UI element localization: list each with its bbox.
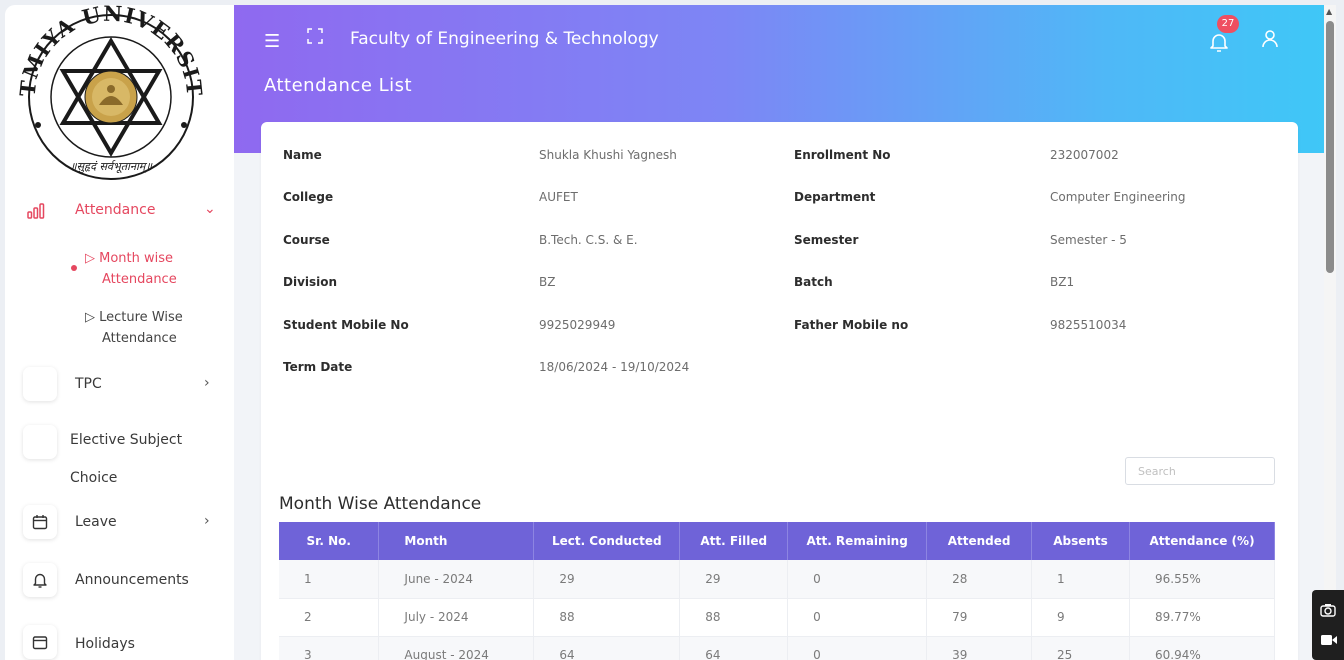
division-value: BZ bbox=[539, 275, 556, 289]
term-value: 18/06/2024 - 19/10/2024 bbox=[539, 360, 690, 374]
table-cell: 89.77% bbox=[1129, 598, 1275, 637]
attendance-table: Sr. No. Month Lect. Conducted Att. Fille… bbox=[279, 522, 1275, 660]
table-row: 2 July - 2024 88 88 0 79 9 89.77% bbox=[279, 598, 1275, 637]
app-frame: ATMIYA UNIVERSITY ॥सुहृदं सर्वभूतानाम्॥ … bbox=[5, 5, 1324, 660]
chevron-down-icon: ⌄ bbox=[204, 201, 216, 217]
table-row: 3 August - 2024 64 64 0 39 25 60.94% bbox=[279, 636, 1275, 660]
menu-icon[interactable]: ☰ bbox=[264, 31, 280, 52]
table-cell: 0 bbox=[787, 598, 928, 637]
sidebar-item-tpc[interactable]: TPC › bbox=[5, 367, 234, 403]
sidebar-item-leave[interactable]: Leave › bbox=[5, 505, 234, 541]
table-cell: 88 bbox=[533, 598, 681, 637]
sidebar-subitem-month-wise[interactable]: ▷ Month wise Attendance bbox=[85, 248, 177, 290]
sidebar-item-label: Attendance bbox=[75, 202, 156, 218]
sidebar-item-elective[interactable]: Elective Subject Choice bbox=[5, 423, 234, 486]
father-mobile-label: Father Mobile no bbox=[794, 318, 909, 332]
college-value: AUFET bbox=[539, 190, 578, 204]
table-cell: 28 bbox=[926, 560, 1033, 599]
table-cell: 2 bbox=[279, 598, 380, 637]
sidebar-subitem-lecture-wise[interactable]: ▷ Lecture Wise Attendance bbox=[85, 307, 183, 349]
table-cell: 0 bbox=[787, 636, 928, 660]
table-cell: 96.55% bbox=[1129, 560, 1275, 599]
college-label: College bbox=[283, 190, 334, 204]
table-title: Month Wise Attendance bbox=[279, 494, 482, 514]
table-cell: 88 bbox=[679, 598, 789, 637]
father-mobile-value: 9825510034 bbox=[1050, 318, 1127, 332]
page-scrollbar[interactable]: ▲ bbox=[1324, 5, 1336, 660]
table-cell: 1 bbox=[279, 560, 380, 599]
camera-icon[interactable] bbox=[1320, 602, 1336, 621]
table-cell: 64 bbox=[679, 636, 789, 660]
course-label: Course bbox=[283, 233, 330, 247]
column-header[interactable]: Absents bbox=[1031, 522, 1130, 560]
course-value: B.Tech. C.S. & E. bbox=[539, 233, 638, 247]
student-mobile-value: 9925029949 bbox=[539, 318, 616, 332]
calendar-icon bbox=[23, 505, 57, 539]
chevron-right-icon: › bbox=[204, 375, 210, 391]
tpc-icon bbox=[23, 367, 57, 401]
table-cell: 29 bbox=[533, 560, 681, 599]
holiday-calendar-icon bbox=[23, 625, 57, 659]
video-icon[interactable] bbox=[1320, 632, 1338, 651]
department-label: Department bbox=[794, 190, 876, 204]
column-header[interactable]: Sr. No. bbox=[279, 522, 380, 560]
semester-value: Semester - 5 bbox=[1050, 233, 1127, 247]
column-header[interactable]: Att. Filled bbox=[679, 522, 789, 560]
table-row: 1 June - 2024 29 29 0 28 1 96.55% bbox=[279, 560, 1275, 599]
scroll-thumb[interactable] bbox=[1326, 21, 1334, 273]
department-value: Computer Engineering bbox=[1050, 190, 1186, 204]
table-cell: June - 2024 bbox=[378, 560, 535, 599]
student-card: Name Shukla Khushi Yagnesh Enrollment No… bbox=[261, 122, 1298, 660]
sidebar: ATMIYA UNIVERSITY ॥सुहृदं सर्वभूतानाम्॥ … bbox=[5, 5, 234, 660]
table-cell: August - 2024 bbox=[378, 636, 535, 660]
student-mobile-label: Student Mobile No bbox=[283, 318, 409, 332]
notification-bell-icon[interactable] bbox=[1208, 31, 1230, 53]
table-cell: 3 bbox=[279, 636, 380, 660]
bell-icon bbox=[23, 563, 57, 597]
name-label: Name bbox=[283, 148, 322, 162]
column-header[interactable]: Attendance (%) bbox=[1129, 522, 1275, 560]
batch-label: Batch bbox=[794, 275, 833, 289]
notification-badge: 27 bbox=[1217, 15, 1239, 33]
sidebar-item-holidays[interactable]: Holidays bbox=[5, 625, 234, 660]
sidebar-item-attendance[interactable]: Attendance ⌄ bbox=[5, 195, 234, 229]
logo-motto: ॥सुहृदं सर्वभूतानाम्॥ bbox=[70, 160, 153, 174]
university-logo[interactable]: ATMIYA UNIVERSITY ॥सुहृदं सर्वभूतानाम्॥ bbox=[13, 5, 207, 183]
table-cell: 0 bbox=[787, 560, 928, 599]
scroll-up-arrow-icon[interactable]: ▲ bbox=[1326, 7, 1332, 16]
column-header[interactable]: Att. Remaining bbox=[787, 522, 928, 560]
table-cell: 1 bbox=[1031, 560, 1130, 599]
user-icon[interactable] bbox=[1261, 29, 1279, 49]
active-dot bbox=[71, 265, 77, 271]
bar-chart-icon bbox=[27, 203, 45, 223]
fullscreen-icon[interactable] bbox=[307, 28, 323, 48]
enrollment-label: Enrollment No bbox=[794, 148, 891, 162]
page-title: Attendance List bbox=[264, 75, 413, 96]
table-cell: 9 bbox=[1031, 598, 1130, 637]
table-cell: 39 bbox=[926, 636, 1033, 660]
enrollment-value: 232007002 bbox=[1050, 148, 1119, 162]
column-header[interactable]: Attended bbox=[926, 522, 1033, 560]
elective-icon bbox=[23, 425, 57, 459]
semester-label: Semester bbox=[794, 233, 859, 247]
column-header[interactable]: Month bbox=[378, 522, 535, 560]
table-header-row: Sr. No. Month Lect. Conducted Att. Fille… bbox=[279, 522, 1275, 560]
table-cell: 25 bbox=[1031, 636, 1130, 660]
faculty-title: Faculty of Engineering & Technology bbox=[350, 29, 659, 49]
batch-value: BZ1 bbox=[1050, 275, 1075, 289]
name-value: Shukla Khushi Yagnesh bbox=[539, 148, 677, 162]
table-cell: 79 bbox=[926, 598, 1033, 637]
table-cell: 29 bbox=[679, 560, 789, 599]
sidebar-item-announcements[interactable]: Announcements bbox=[5, 563, 234, 599]
table-cell: July - 2024 bbox=[378, 598, 535, 637]
term-label: Term Date bbox=[283, 360, 353, 374]
division-label: Division bbox=[283, 275, 338, 289]
chevron-right-icon: › bbox=[204, 513, 210, 529]
search-input[interactable] bbox=[1125, 457, 1275, 485]
table-cell: 64 bbox=[533, 636, 681, 660]
table-cell: 60.94% bbox=[1129, 636, 1275, 660]
screen-recorder-widget bbox=[1312, 590, 1344, 660]
column-header[interactable]: Lect. Conducted bbox=[533, 522, 681, 560]
